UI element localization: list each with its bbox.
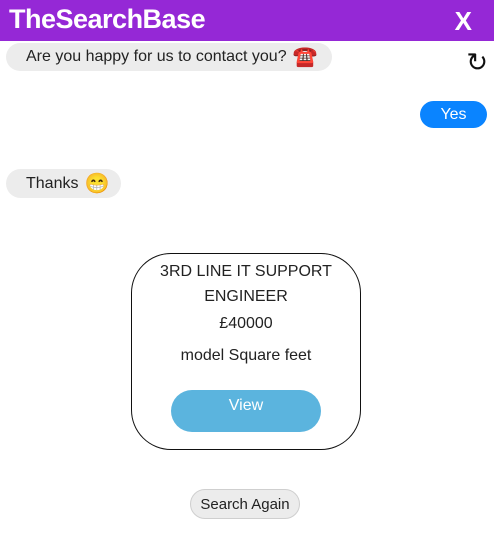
- job-card: 3RD LINE IT SUPPORT ENGINEER £40000 mode…: [131, 253, 361, 450]
- bot-message-contact-question: Are you happy for us to contact you? ☎️: [6, 43, 332, 71]
- job-salary: £40000: [219, 315, 273, 332]
- grin-emoji-icon: 😁: [84, 172, 110, 195]
- telephone-icon: ☎️: [292, 46, 318, 68]
- job-title: 3RD LINE IT SUPPORT ENGINEER: [160, 263, 332, 305]
- search-again-button[interactable]: Search Again: [190, 489, 300, 519]
- bot-message-text: Thanks: [26, 174, 79, 192]
- bot-message-thanks: Thanks 😁: [6, 169, 122, 198]
- search-again-label: Search Again: [200, 495, 290, 513]
- chat-header: TheSearchBase X: [0, 0, 494, 41]
- bot-message-text: Are you happy for us to contact you?: [26, 48, 287, 65]
- refresh-icon[interactable]: ↻: [466, 48, 488, 78]
- user-message-yes: Yes: [420, 101, 487, 128]
- brand-title: TheSearchBase: [9, 4, 206, 34]
- job-location: model Square feet: [180, 347, 312, 364]
- user-message-text: Yes: [440, 105, 467, 123]
- view-job-button[interactable]: View: [171, 390, 321, 432]
- view-button-label: View: [228, 397, 264, 414]
- close-button[interactable]: X: [455, 6, 472, 37]
